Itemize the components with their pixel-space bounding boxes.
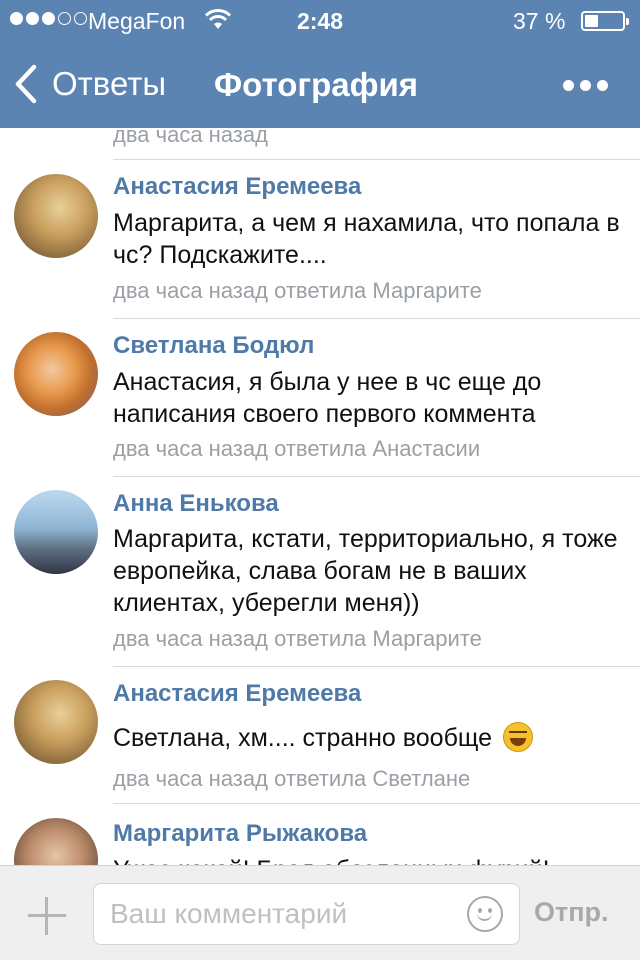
send-button[interactable]: Отпр. (534, 897, 609, 928)
previous-comment-meta: два часа назад (113, 128, 268, 147)
comment-text-content: Светлана, хм.... странно вообще (113, 724, 493, 752)
comment-author[interactable]: Маргарита Рыжакова (113, 820, 367, 848)
add-attachment-icon[interactable] (28, 897, 66, 935)
comment-meta: два часа назад ответила Маргарите (113, 278, 482, 303)
back-label: Ответы (52, 65, 167, 102)
comment-input[interactable] (110, 894, 450, 934)
navigation-bar: Ответы Фотография (0, 40, 640, 128)
comment-text: Маргарита, а чем я нахамила, что попала … (113, 209, 620, 269)
avatar[interactable] (14, 174, 98, 258)
comment-text: Ужас какой! Бред обозленных фурий! (113, 854, 628, 865)
comment-author[interactable]: Анастасия Еремеева (113, 680, 361, 708)
status-bar: MegaFon 2:48 37 % (0, 0, 640, 40)
comment-field[interactable] (93, 883, 520, 945)
avatar[interactable] (14, 332, 98, 416)
divider (113, 318, 640, 319)
smiley-icon[interactable] (467, 896, 503, 932)
back-button[interactable]: Ответы (14, 64, 166, 104)
comment-meta: два часа назад ответила Анастасии (113, 436, 481, 461)
laughing-emoji-icon (503, 722, 534, 752)
top-bar: MegaFon 2:48 37 % Ответы Фотография (0, 0, 640, 128)
divider (113, 666, 640, 667)
chevron-left-icon (15, 64, 37, 104)
avatar[interactable] (14, 490, 98, 574)
comment-composer: Отпр. (0, 865, 640, 960)
avatar[interactable] (14, 680, 98, 764)
comment-author[interactable]: Светлана Бодюл (113, 332, 314, 360)
more-options-icon[interactable] (563, 80, 608, 91)
battery-icon (581, 11, 629, 31)
comment-meta: два часа назад ответила Маргарите (113, 626, 482, 651)
comment-author[interactable]: Анна Енькова (113, 490, 279, 518)
page-title: Фотография (214, 66, 419, 103)
comment-text: Маргарита, кстати, территориально, я тож… (113, 525, 618, 617)
comment-text: Светлана, хм.... странно вообще (113, 722, 628, 754)
divider (113, 476, 640, 477)
avatar[interactable] (14, 818, 98, 865)
comments-list[interactable]: два часа назад Анастасия Еремеева Маргар… (0, 128, 640, 865)
comment-author[interactable]: Анастасия Еремеева (113, 173, 361, 201)
divider (113, 803, 640, 804)
comment-text: Анастасия, я была у нее в чс еще до напи… (113, 368, 542, 428)
battery-percent: 37 % (513, 8, 566, 34)
divider (113, 159, 640, 160)
comment-meta: два часа назад ответила Светлане (113, 766, 471, 791)
